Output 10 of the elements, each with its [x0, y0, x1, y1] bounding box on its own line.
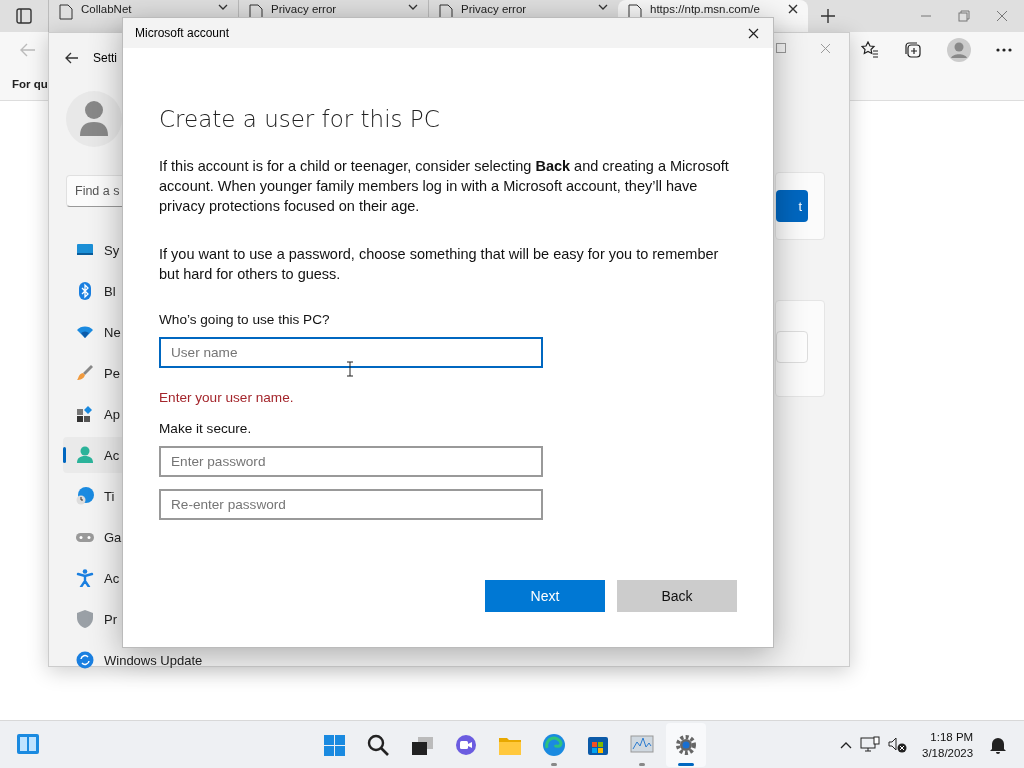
error-message: Enter your user name. [159, 390, 295, 405]
window-title: Setti [93, 51, 117, 65]
clock-date: 3/18/2023 [922, 745, 974, 761]
clock-time: 1:18 PM [930, 729, 974, 745]
field-label: Who’s going to use this PC? [159, 312, 331, 327]
paragraph: If this account is for a child or teenager, consider selecting Back and creating a Microsoft account. When younger family members log in with a Microsoft account, they’ll have privacy protections focused on their age. [159, 157, 730, 216]
paragraph: If you want to use a password, choose something that will be easy for you to remember but hard for others to guess. [159, 245, 720, 284]
favorites-bar-text: For qu [12, 78, 48, 90]
field-label: Make it secure. [159, 421, 253, 436]
dialog-heading: Create a user for this PC [159, 106, 441, 132]
